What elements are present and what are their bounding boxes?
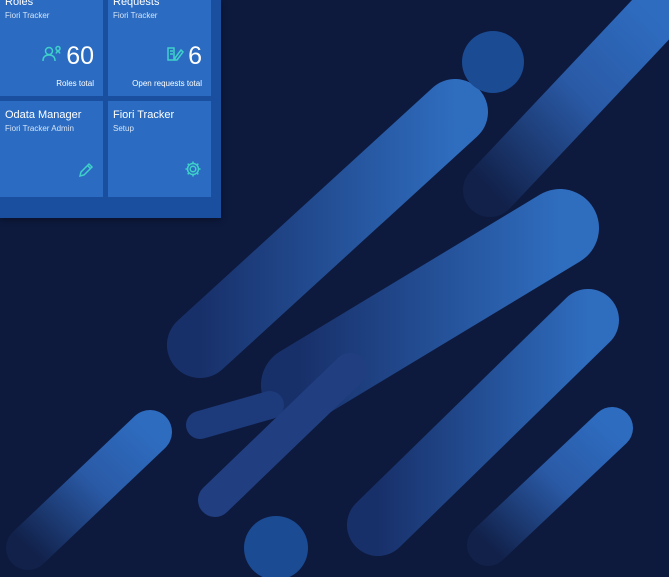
tile-title: Requests [113, 0, 160, 8]
tile-title: Odata Manager [5, 109, 82, 121]
tile-kpi: 6 [166, 43, 202, 69]
tile-value: 6 [188, 42, 202, 70]
tile-roles[interactable]: Roles Fiori Tracker 60 Roles total [0, 0, 103, 96]
tile-footer: Open requests total [132, 79, 202, 88]
gear-icon [184, 160, 202, 183]
tile-subtitle: Fiori Tracker [5, 11, 50, 20]
tile-odata-manager[interactable]: Odata Manager Fiori Tracker Admin [0, 101, 103, 197]
tile-subtitle: Setup [113, 124, 134, 133]
tile-kpi: 60 [42, 43, 94, 69]
tile-group: Roles Fiori Tracker 60 Roles total Reque… [0, 0, 221, 218]
tile-value: 60 [66, 42, 94, 70]
user-role-icon [42, 45, 62, 67]
tile-title: Roles [5, 0, 34, 8]
tile-fiori-tracker-setup[interactable]: Fiori Tracker Setup [108, 101, 211, 197]
tile-title: Fiori Tracker [113, 109, 175, 121]
tile-subtitle: Fiori Tracker [113, 11, 158, 20]
tile-requests[interactable]: Requests Fiori Tracker 6 Open requests t… [108, 0, 211, 96]
tile-subtitle: Fiori Tracker Admin [5, 124, 74, 133]
pencil-icon [78, 162, 94, 183]
request-edit-icon [166, 45, 185, 67]
tile-footer: Roles total [56, 79, 94, 88]
